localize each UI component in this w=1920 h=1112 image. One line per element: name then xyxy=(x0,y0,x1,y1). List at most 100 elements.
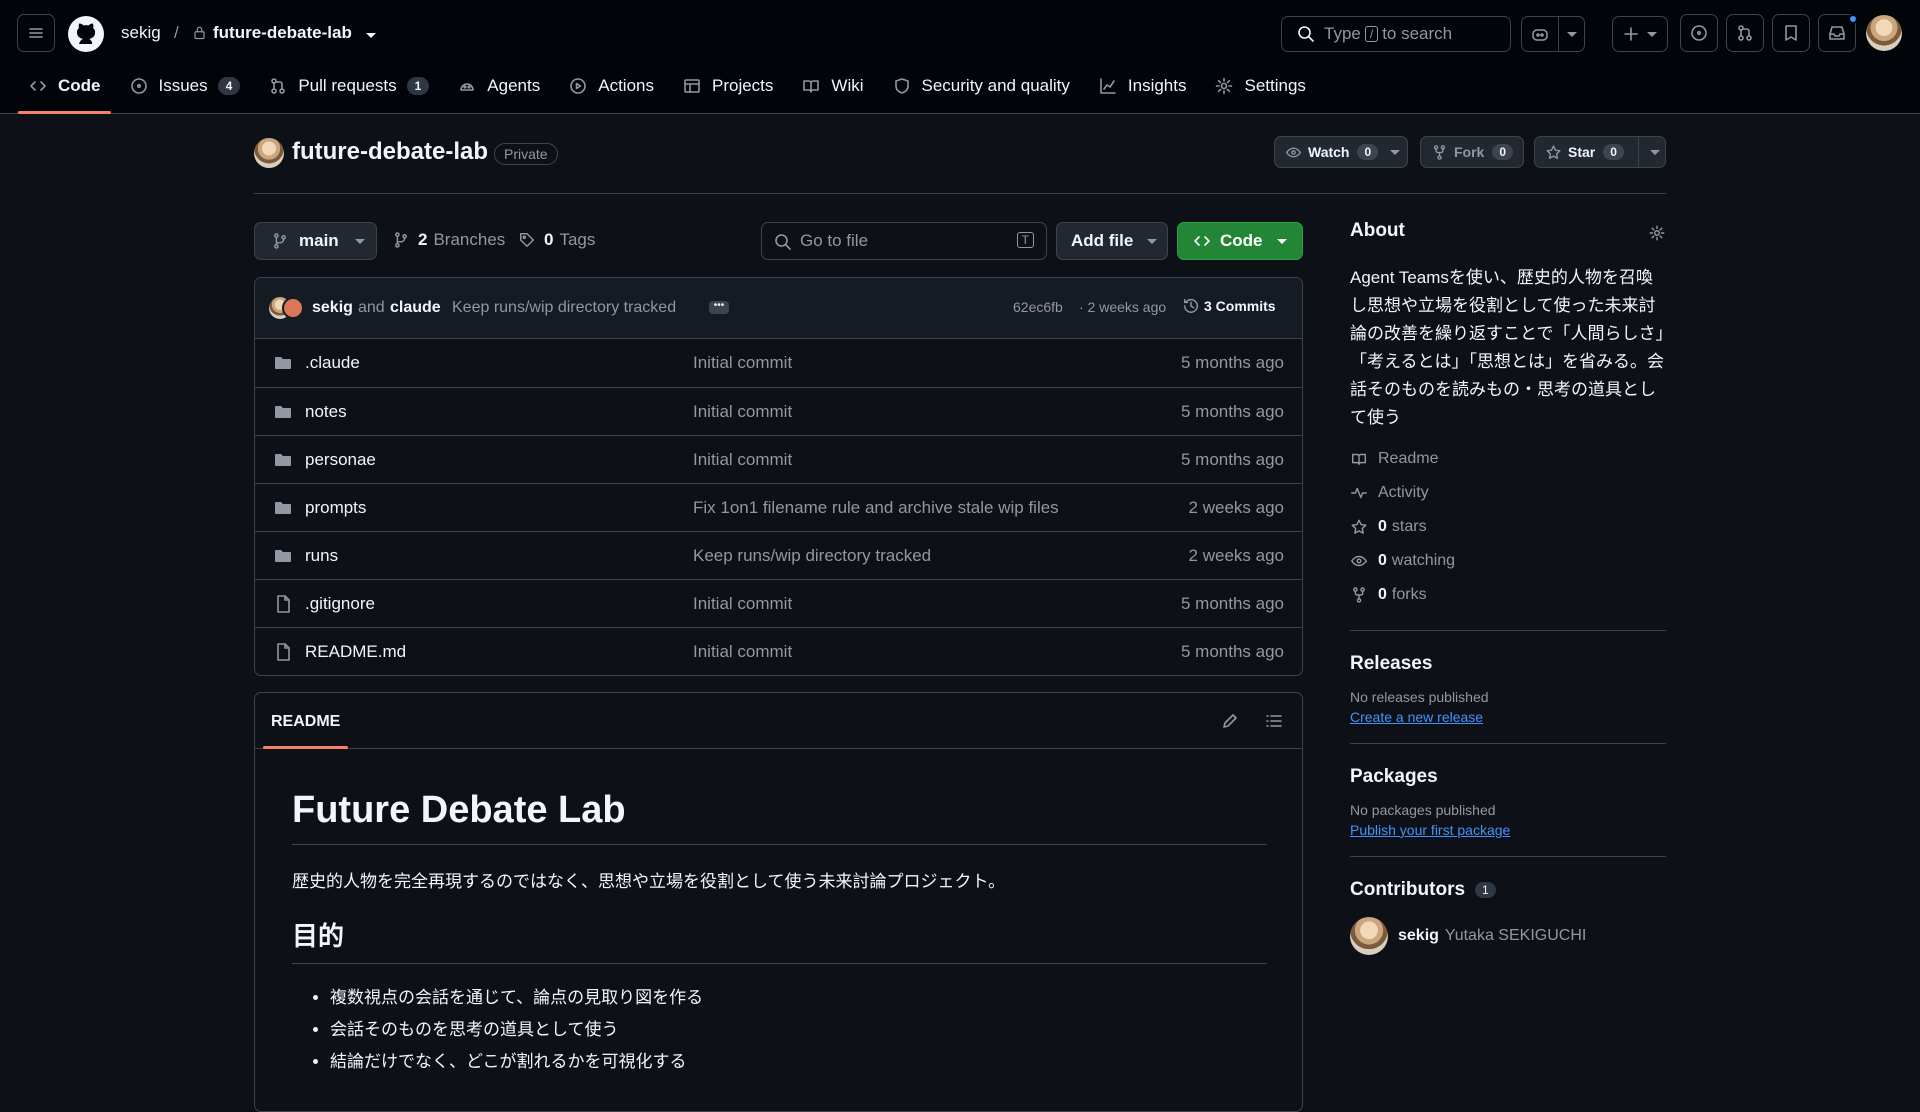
activity-link[interactable]: Activity xyxy=(1350,476,1666,510)
table-row[interactable]: .claude Initial commit 5 months ago xyxy=(255,339,1302,387)
file-commit-message[interactable]: Initial commit xyxy=(693,353,792,373)
breadcrumb-repo[interactable]: future-debate-lab xyxy=(213,23,352,43)
gear-icon[interactable] xyxy=(1648,224,1666,242)
issues-shortcut-button[interactable] xyxy=(1680,14,1718,52)
commit-author-2[interactable]: claude xyxy=(390,299,441,317)
search-input[interactable]: Type / to search xyxy=(1281,16,1511,52)
global-header: sekig / future-debate-lab Type / to sear… xyxy=(0,0,1920,114)
file-name[interactable]: personae xyxy=(305,450,376,470)
contributors-heading[interactable]: Contributors xyxy=(1350,879,1465,901)
table-row[interactable]: runs Keep runs/wip directory tracked 2 wee… xyxy=(255,531,1302,579)
tab-wiki[interactable]: Wiki xyxy=(791,66,873,106)
star-label: Star xyxy=(1568,144,1596,160)
create-release-link[interactable]: Create a new release xyxy=(1350,709,1666,725)
owner-avatar[interactable] xyxy=(254,138,284,168)
copilot-button[interactable] xyxy=(1521,16,1585,52)
commit-author-1[interactable]: sekig xyxy=(312,299,353,317)
copilot-chevron-icon[interactable] xyxy=(1567,31,1577,37)
file-name[interactable]: README.md xyxy=(305,642,406,662)
contributor-login[interactable]: sekig xyxy=(1398,927,1439,945)
history-icon xyxy=(1183,298,1198,313)
branches-link[interactable]: 2 Branches xyxy=(392,230,505,250)
pull-requests-shortcut-button[interactable] xyxy=(1726,14,1764,52)
tab-pull-requests[interactable]: Pull requests 1 xyxy=(258,66,439,106)
create-new-button[interactable] xyxy=(1612,16,1668,52)
eye-icon xyxy=(1286,147,1301,157)
watching-link[interactable]: 0 watching xyxy=(1350,544,1666,578)
branch-selector[interactable]: main xyxy=(254,222,377,260)
repo-sidebar: About Agent Teamsを使い、歴史的人物を召喚し思想や立場を役割とし… xyxy=(1350,220,1666,955)
forks-link[interactable]: 0 forks xyxy=(1350,578,1666,612)
breadcrumb-separator: / xyxy=(174,23,179,42)
stars-link[interactable]: 0 stars xyxy=(1350,510,1666,544)
tab-settings[interactable]: Settings xyxy=(1204,66,1315,106)
tags-link[interactable]: 0 Tags xyxy=(518,230,595,250)
commit-message[interactable]: Keep runs/wip directory tracked xyxy=(452,299,676,317)
contributor-avatar[interactable] xyxy=(1350,917,1388,955)
repositories-shortcut-button[interactable] xyxy=(1772,14,1810,52)
go-to-file-input[interactable]: Go to file T xyxy=(761,222,1047,260)
shield-icon xyxy=(894,78,909,94)
file-name[interactable]: .gitignore xyxy=(305,594,375,614)
tab-code[interactable]: Code xyxy=(18,66,111,114)
github-logo-icon[interactable] xyxy=(67,15,105,53)
pencil-icon[interactable] xyxy=(1220,711,1240,731)
tab-projects[interactable]: Projects xyxy=(672,66,783,106)
search-suffix: to search xyxy=(1382,24,1453,43)
tab-insights[interactable]: Insights xyxy=(1088,66,1197,106)
menu-button[interactable] xyxy=(17,14,55,52)
readme-link[interactable]: Readme xyxy=(1350,442,1666,476)
code-button[interactable]: Code xyxy=(1177,222,1303,260)
file-date: 5 months ago xyxy=(1180,594,1284,613)
commit-sha[interactable]: 62ec6fb xyxy=(1013,299,1063,315)
table-row[interactable]: .gitignore Initial commit 5 months ago xyxy=(255,579,1302,627)
tab-issues[interactable]: Issues 4 xyxy=(119,66,251,106)
file-commit-message[interactable]: Initial commit xyxy=(693,594,792,614)
repo-title[interactable]: future-debate-lab xyxy=(292,138,488,166)
file-commit-message[interactable]: Fix 1on1 filename rule and archive stale… xyxy=(693,498,1059,518)
watching-count: 0 xyxy=(1378,552,1387,569)
tab-security[interactable]: Security and quality xyxy=(882,66,1080,106)
star-button[interactable]: Star 0 xyxy=(1534,136,1666,168)
eye-icon xyxy=(1351,555,1367,567)
branch-chevron-icon xyxy=(354,238,365,244)
outline-list-icon[interactable] xyxy=(1264,711,1284,731)
file-name[interactable]: runs xyxy=(305,546,338,566)
file-commit-message[interactable]: Initial commit xyxy=(693,642,792,662)
claude-avatar[interactable] xyxy=(282,297,304,319)
fork-button[interactable]: Fork 0 xyxy=(1420,136,1524,168)
table-row[interactable]: prompts Fix 1on1 filename rule and archiv… xyxy=(255,483,1302,531)
star-list-chevron-icon[interactable] xyxy=(1649,149,1660,155)
tab-label: Code xyxy=(58,76,101,95)
star-icon xyxy=(1351,519,1367,534)
tab-agents[interactable]: Agents xyxy=(447,66,550,106)
table-row[interactable]: personae Initial commit 5 months ago xyxy=(255,435,1302,483)
watch-button[interactable]: Watch 0 xyxy=(1274,136,1408,168)
readme-link-label: Readme xyxy=(1378,450,1439,467)
commit-expand-ellipsis-icon[interactable]: ••• xyxy=(709,301,729,314)
contributor-item[interactable]: sekig Yutaka SEKIGUCHI xyxy=(1350,917,1666,955)
file-commit-message[interactable]: Initial commit xyxy=(693,402,792,422)
file-commit-message[interactable]: Initial commit xyxy=(693,450,792,470)
file-name[interactable]: .claude xyxy=(305,353,360,373)
packages-heading[interactable]: Packages xyxy=(1350,766,1666,788)
table-row[interactable]: notes Initial commit 5 months ago xyxy=(255,387,1302,435)
readme-tab[interactable]: README xyxy=(262,713,349,749)
star-icon xyxy=(1546,144,1561,159)
tab-actions[interactable]: Actions xyxy=(558,66,664,106)
watch-chevron-icon xyxy=(1390,149,1401,155)
table-row[interactable]: README.md Initial commit 5 months ago xyxy=(255,627,1302,675)
breadcrumb-owner[interactable]: sekig xyxy=(121,23,161,43)
publish-package-link[interactable]: Publish your first package xyxy=(1350,822,1666,838)
tab-label: Security and quality xyxy=(921,76,1070,95)
list-item: 複数視点の会話を通じて、論点の見取り図を作る xyxy=(330,982,1267,1014)
file-commit-message[interactable]: Keep runs/wip directory tracked xyxy=(693,546,931,566)
releases-heading[interactable]: Releases xyxy=(1350,653,1666,675)
commits-count: 3 Commits xyxy=(1204,298,1276,314)
user-avatar[interactable] xyxy=(1866,15,1902,51)
file-name[interactable]: prompts xyxy=(305,498,366,518)
file-name[interactable]: notes xyxy=(305,402,347,422)
add-file-button[interactable]: Add file xyxy=(1056,222,1168,260)
repo-switch-chevron-icon[interactable] xyxy=(366,33,376,38)
commits-history-link[interactable]: 3 Commits xyxy=(1182,297,1276,315)
